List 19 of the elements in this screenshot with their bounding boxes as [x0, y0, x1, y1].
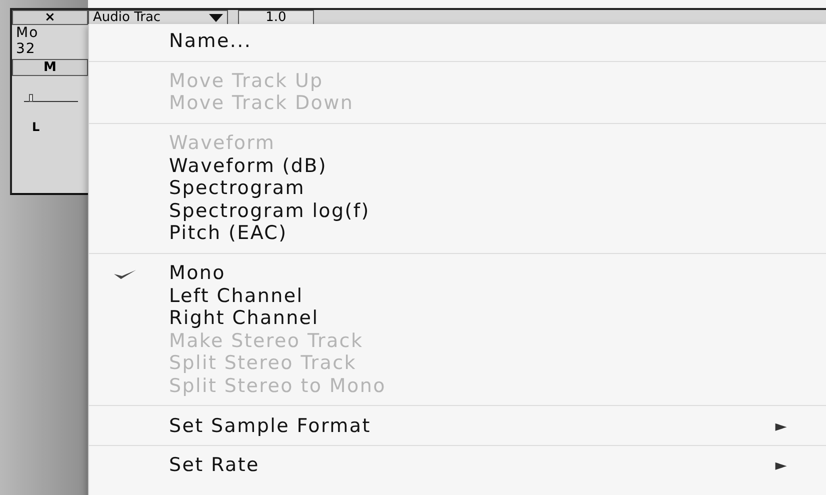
close-button[interactable]: × — [12, 10, 88, 25]
submenu-arrow: ► — [775, 456, 788, 474]
menu-item[interactable]: Mono — [89, 262, 826, 284]
mute-button[interactable]: M — [12, 59, 88, 76]
menu-item[interactable]: Name... — [89, 30, 826, 53]
track-name-dropdown[interactable]: Audio Trac — [88, 10, 228, 25]
menu-item[interactable]: Pitch (EAC) — [89, 222, 826, 245]
menu-item[interactable]: Left Channel — [89, 284, 826, 307]
menu-item[interactable]: Spectrogram — [89, 176, 826, 200]
track-info: 32 — [15, 41, 37, 57]
menu-item[interactable]: Set Rate ► — [89, 454, 826, 476]
submenu-arrow: ► — [775, 416, 788, 435]
pan-label: L — [32, 120, 41, 134]
menu-item[interactable]: Right Channel — [89, 306, 826, 330]
rate-button[interactable]: 1.0 — [238, 10, 314, 25]
menu-item[interactable]: Set Sample Format ► — [89, 414, 826, 437]
track-info: Mo — [15, 25, 40, 41]
menu-item[interactable]: Spectrogram log(f) — [89, 200, 826, 222]
menu-item[interactable]: Waveform (dB) — [89, 154, 826, 177]
